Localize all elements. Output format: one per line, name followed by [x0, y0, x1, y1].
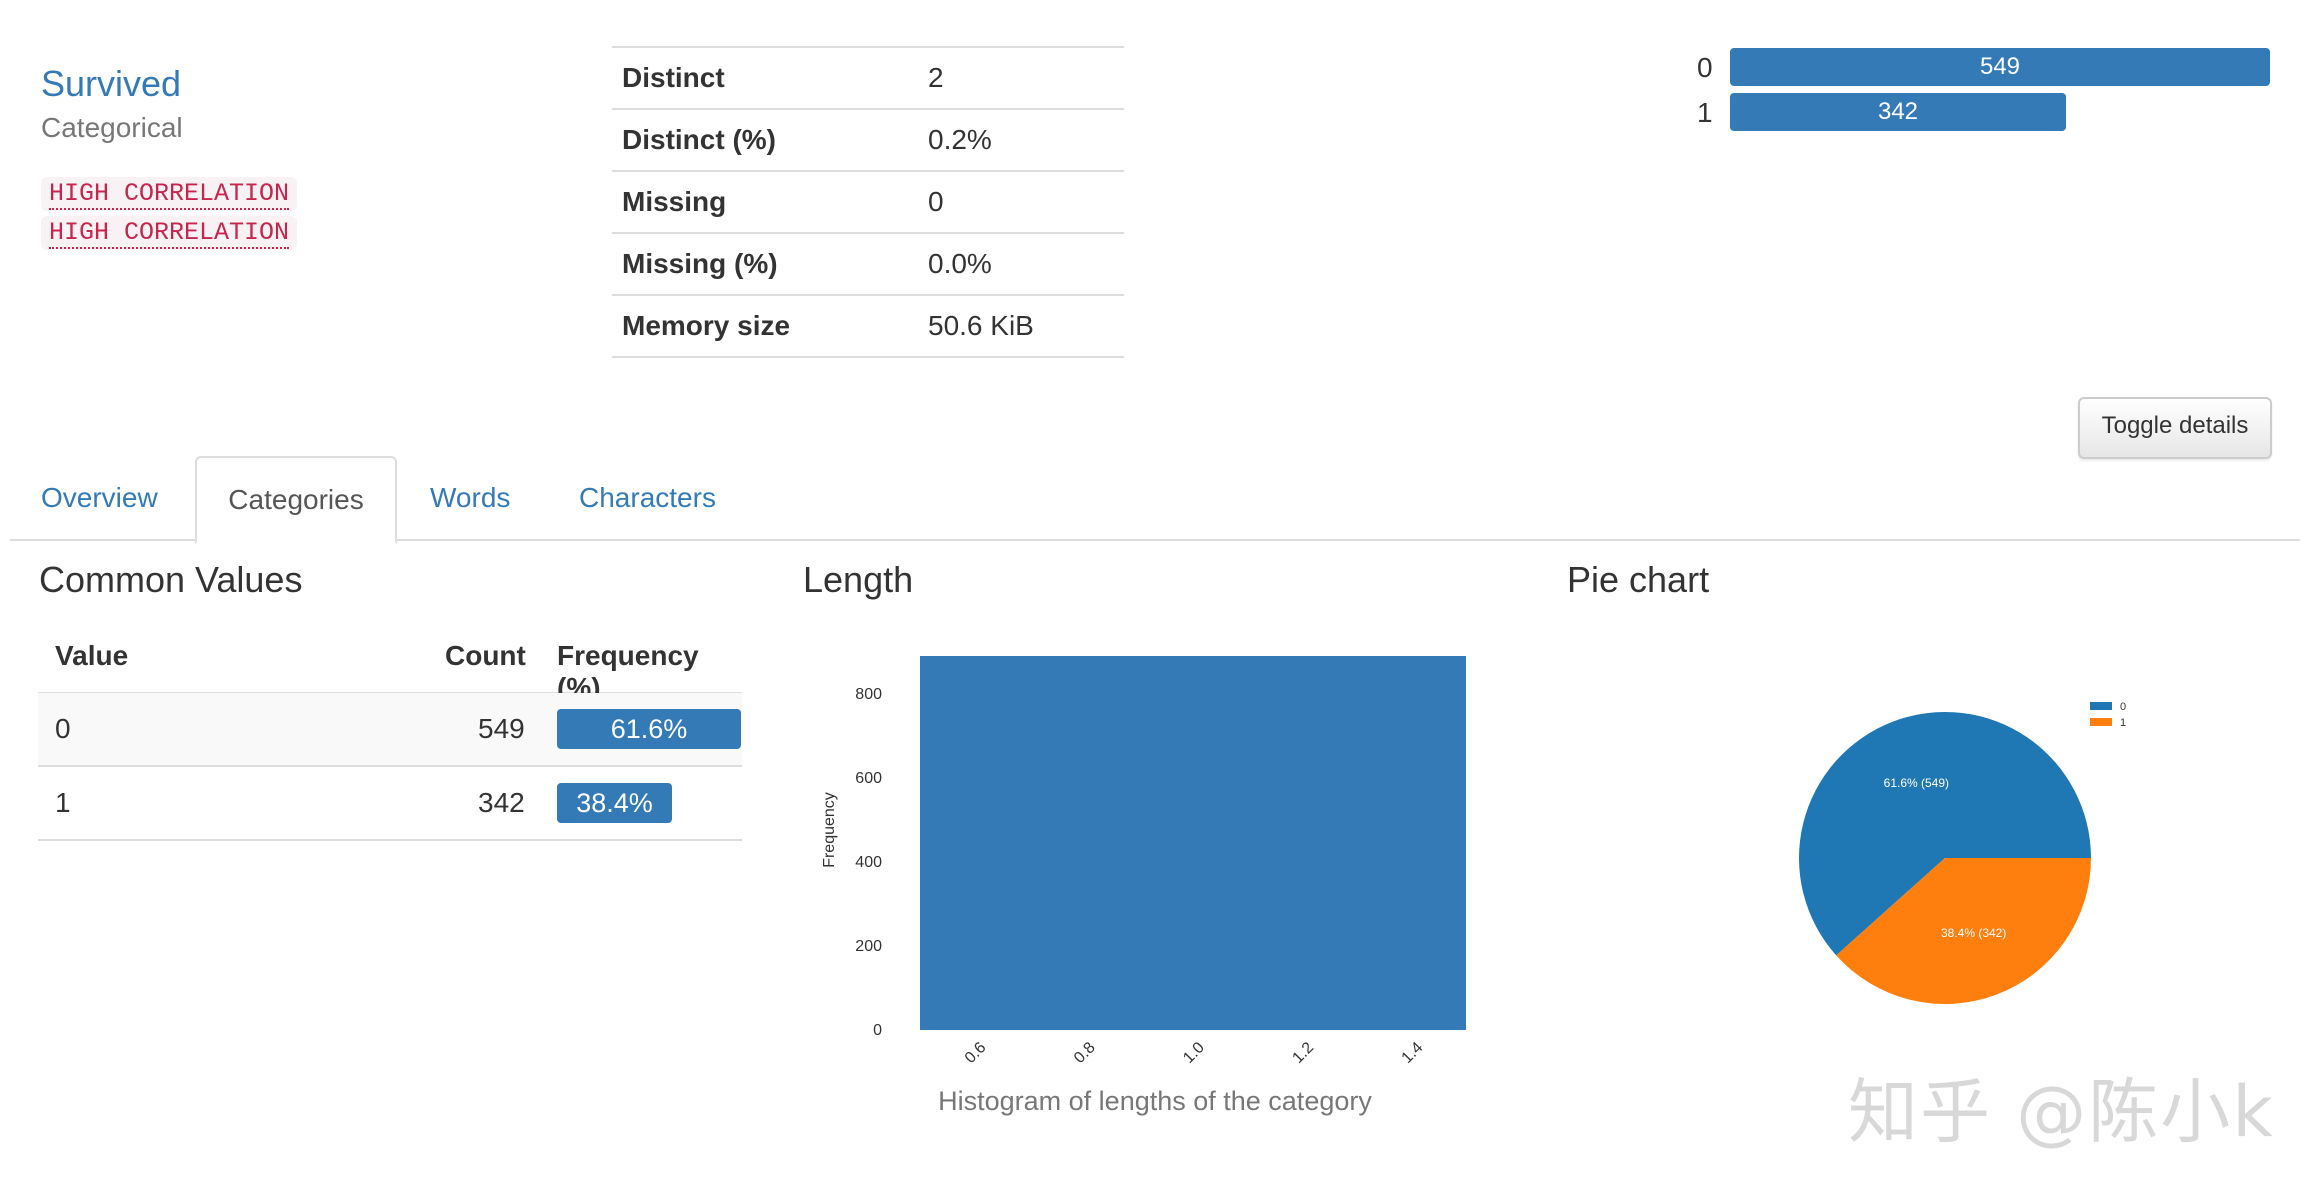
mini-bar: 342: [1730, 93, 2066, 131]
x-tick-label: 0.8: [1071, 1039, 1099, 1067]
x-tick-label: 1.0: [1180, 1039, 1208, 1067]
stat-label: Missing (%): [612, 232, 918, 295]
table-row: 0 549 61.6%: [38, 693, 742, 767]
stat-value: 0.2%: [918, 108, 1124, 171]
y-tick-label: 600: [855, 770, 882, 787]
y-tick-label: 200: [855, 938, 882, 955]
histogram-caption: Histogram of lengths of the category: [938, 1086, 1372, 1116]
table-row: 1 342 38.4%: [38, 767, 742, 841]
stat-value: 0: [918, 170, 1124, 233]
frequency-bar: 38.4%: [557, 783, 672, 823]
mini-bar-label: 0: [1697, 52, 1713, 83]
stat-label: Missing: [612, 170, 918, 233]
stats-table: Distinct 2 Distinct (%) 0.2% Missing 0 Miss…: [612, 46, 1124, 358]
stats-row: Distinct 2: [612, 46, 1124, 109]
variable-name-link[interactable]: Survived: [41, 62, 181, 106]
stats-row: Memory size 50.6 KiB: [612, 294, 1124, 358]
stat-value: 0.0%: [918, 232, 1124, 295]
stat-value: 2: [918, 46, 1124, 109]
pie-chart-title: Pie chart: [1567, 559, 1710, 600]
header-count: Count: [445, 640, 526, 671]
row-value: 0: [55, 713, 71, 744]
alert-badge[interactable]: HIGH CORRELATION: [41, 216, 298, 250]
alert-text: HIGH CORRELATION: [49, 179, 290, 210]
stats-row: Missing (%) 0.0%: [612, 232, 1124, 295]
common-values-title: Common Values: [39, 559, 303, 600]
stats-row: Missing 0: [612, 170, 1124, 233]
stat-label: Distinct: [612, 46, 918, 109]
row-count: 342: [478, 787, 525, 818]
row-count: 549: [478, 713, 525, 744]
toggle-details-button[interactable]: Toggle details: [2078, 397, 2272, 459]
tab-categories[interactable]: Categories: [195, 456, 397, 544]
tab-overview[interactable]: Overview: [41, 456, 158, 540]
length-title: Length: [803, 559, 914, 600]
y-axis-label: Frequency: [821, 792, 838, 868]
legend-swatch: [2090, 718, 2112, 726]
alert-badge[interactable]: HIGH CORRELATION: [41, 177, 298, 211]
common-values-header: Value Count Frequency (%): [38, 630, 742, 703]
pie-slice-label: 61.6% (549): [1884, 776, 1949, 790]
pie-chart: 61.6% (549) 38.4% (342) 0 1: [1799, 701, 2126, 1004]
legend-label: 0: [2120, 701, 2126, 713]
alert-text: HIGH CORRELATION: [49, 218, 290, 249]
y-tick-label: 0: [873, 1022, 882, 1039]
header-value: Value: [55, 640, 129, 671]
stat-label: Memory size: [612, 294, 918, 358]
stat-label: Distinct (%): [612, 108, 918, 171]
frequency-bar: 61.6%: [557, 709, 741, 749]
watermark: 知乎 @陈小k: [1848, 1071, 2275, 1153]
legend-swatch: [2090, 702, 2112, 710]
pie-slice-label: 38.4% (342): [1941, 926, 2006, 940]
stats-row: Distinct (%) 0.2%: [612, 108, 1124, 171]
row-value: 1: [55, 787, 71, 818]
x-tick-label: 1.2: [1289, 1039, 1317, 1067]
tab-words[interactable]: Words: [430, 456, 510, 540]
length-histogram: 0200400600800 0.6 0.8 1.0 1.2 1.4 Frequency …: [821, 656, 1466, 1116]
histogram-bar: [920, 656, 1466, 1030]
mini-bar: 549: [1730, 48, 2270, 86]
x-tick-label: 1.4: [1399, 1039, 1427, 1067]
tab-characters[interactable]: Characters: [579, 456, 716, 540]
y-tick-label: 800: [855, 686, 882, 703]
x-tick-label: 0.6: [962, 1039, 990, 1067]
stat-value: 50.6 KiB: [918, 294, 1124, 358]
mini-bar-label: 1: [1697, 97, 1713, 128]
variable-type: Categorical: [41, 112, 183, 143]
legend-label: 1: [2120, 717, 2126, 729]
y-tick-label: 400: [855, 854, 882, 871]
